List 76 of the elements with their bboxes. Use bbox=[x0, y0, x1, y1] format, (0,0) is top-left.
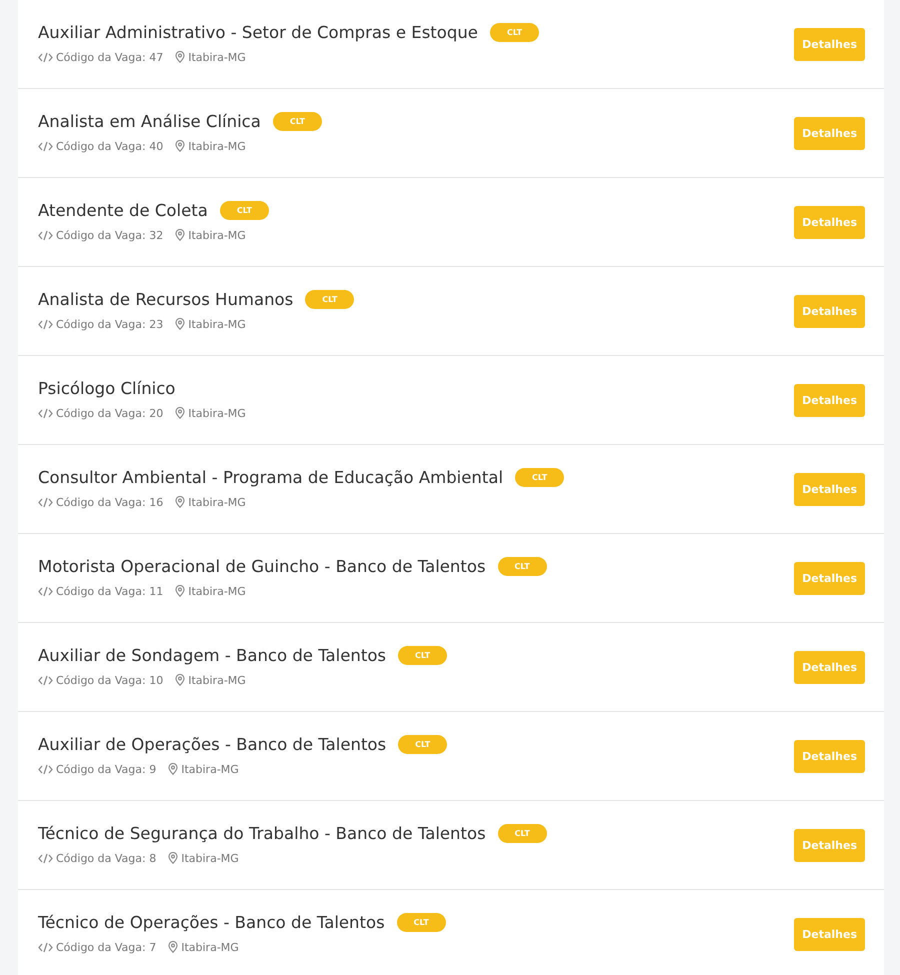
job-location: Itabira-MG bbox=[188, 406, 246, 420]
job-title: Motorista Operacional de Guincho - Banco de Talentos bbox=[38, 556, 486, 576]
job-code: Código da Vaga: 8 bbox=[56, 852, 156, 864]
location-pin-icon bbox=[175, 674, 186, 686]
code-icon bbox=[38, 408, 53, 418]
job-code: Código da Vaga: 7 bbox=[56, 940, 156, 954]
job-location: Itabira-MG bbox=[188, 50, 246, 64]
location-pin-icon bbox=[168, 941, 178, 953]
job-location: Itabira-MG bbox=[188, 496, 246, 508]
code-icon bbox=[38, 52, 53, 62]
job-title: Auxiliar Administrativo - Setor de Compras e Estoque bbox=[38, 22, 478, 42]
details-button[interactable]: Detalhes bbox=[794, 116, 865, 150]
job-code: Código da Vaga: 11 bbox=[56, 584, 164, 598]
job-location: Itabira-MG bbox=[188, 140, 246, 152]
job-code: Código da Vaga: 47 bbox=[56, 50, 164, 64]
details-button[interactable]: Detalhes bbox=[794, 740, 865, 772]
contract-badge: CLT bbox=[498, 824, 547, 842]
location-pin-icon bbox=[175, 407, 186, 419]
details-button[interactable]: Detalhes bbox=[794, 650, 865, 684]
contract-badge: CLT bbox=[396, 912, 446, 932]
details-button[interactable]: Detalhes bbox=[794, 206, 865, 238]
code-icon bbox=[38, 942, 53, 952]
contract-badge: CLT bbox=[272, 112, 322, 130]
contract-badge: CLT bbox=[398, 646, 448, 664]
job-location: Itabira-MG bbox=[181, 852, 239, 864]
job-title: Técnico de Operações - Banco de Talentos bbox=[38, 912, 385, 932]
job-location: Itabira-MG bbox=[181, 940, 239, 954]
details-button[interactable]: Detalhes bbox=[794, 384, 865, 416]
location-pin-icon bbox=[175, 585, 186, 597]
details-button[interactable]: Detalhes bbox=[794, 294, 865, 328]
details-button[interactable]: Detalhes bbox=[794, 828, 865, 862]
job-title: Atendente de Coleta bbox=[38, 200, 208, 220]
job-code: Código da Vaga: 20 bbox=[56, 406, 164, 420]
job-location: Itabira-MG bbox=[188, 228, 246, 242]
code-icon bbox=[38, 318, 53, 330]
location-pin-icon bbox=[168, 852, 178, 864]
contract-badge: CLT bbox=[490, 22, 540, 42]
contract-badge: CLT bbox=[220, 200, 269, 220]
job-code: Código da Vaga: 40 bbox=[56, 140, 164, 152]
job-location: Itabira-MG bbox=[188, 584, 246, 598]
job-code: Código da Vaga: 9 bbox=[56, 762, 156, 776]
job-title: Psicólogo Clínico bbox=[38, 378, 176, 398]
job-location: Itabira-MG bbox=[188, 318, 246, 330]
contract-badge: CLT bbox=[498, 556, 547, 576]
code-icon bbox=[38, 496, 53, 508]
job-title: Analista em Análise Clínica bbox=[38, 112, 261, 130]
job-code: Código da Vaga: 16 bbox=[56, 496, 164, 508]
details-button[interactable]: Detalhes bbox=[794, 472, 865, 506]
job-location: Itabira-MG bbox=[181, 762, 239, 776]
code-icon bbox=[38, 674, 53, 686]
job-code: Código da Vaga: 10 bbox=[56, 674, 164, 686]
location-pin-icon bbox=[175, 140, 186, 152]
location-pin-icon bbox=[175, 318, 186, 330]
job-title: Consultor Ambiental - Programa de Educação Ambiental bbox=[38, 468, 504, 486]
job-code: Código da Vaga: 23 bbox=[56, 318, 164, 330]
location-pin-icon bbox=[175, 51, 186, 63]
location-pin-icon bbox=[175, 229, 186, 241]
code-icon bbox=[38, 140, 53, 152]
code-icon bbox=[38, 586, 53, 596]
location-pin-icon bbox=[168, 763, 178, 775]
job-title: Auxiliar de Sondagem - Banco de Talentos bbox=[38, 646, 386, 664]
contract-badge: CLT bbox=[305, 290, 354, 308]
details-button[interactable]: Detalhes bbox=[794, 562, 865, 594]
job-title: Auxiliar de Operações - Banco de Talentos bbox=[38, 734, 386, 754]
details-button[interactable]: Detalhes bbox=[794, 918, 865, 950]
location-pin-icon bbox=[175, 496, 186, 508]
code-icon bbox=[38, 764, 53, 774]
details-button[interactable]: Detalhes bbox=[794, 28, 865, 60]
job-code: Código da Vaga: 32 bbox=[56, 228, 164, 242]
job-title: Analista de Recursos Humanos bbox=[38, 290, 294, 308]
job-title: Técnico de Segurança do Trabalho - Banco de Talentos bbox=[38, 824, 486, 842]
contract-badge: CLT bbox=[515, 468, 564, 486]
contract-badge: CLT bbox=[398, 734, 448, 754]
code-icon bbox=[38, 852, 53, 864]
job-location: Itabira-MG bbox=[188, 674, 246, 686]
code-icon bbox=[38, 230, 53, 240]
